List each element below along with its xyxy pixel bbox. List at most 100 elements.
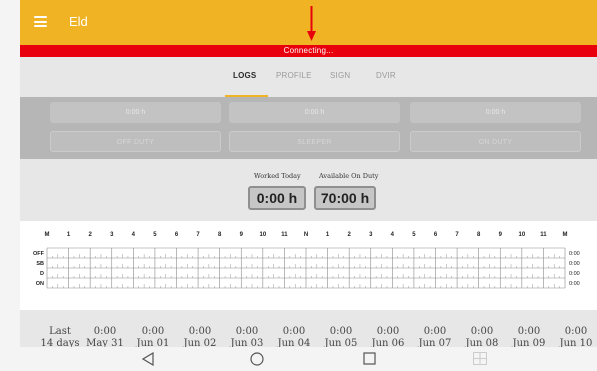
hour-tick-label: 6 [434, 232, 438, 238]
hour-tick-label: 8 [477, 232, 481, 238]
hour-tick-label: 3 [369, 232, 373, 238]
off-duty-hours: 0:00 h [50, 102, 221, 123]
hour-tick-label: M [563, 232, 568, 238]
day-hours: 0:00 [470, 326, 494, 337]
history-label-line2: 14 days [40, 338, 80, 347]
hour-tick-label: 2 [347, 232, 351, 238]
worked-today-value: 0:00 h [248, 186, 306, 210]
hour-tick-label: 7 [196, 232, 200, 238]
duty-row-total: 0:00 [569, 251, 580, 257]
duty-row-label: OFF [33, 251, 45, 257]
day-date: Jun 01 [136, 338, 170, 347]
hour-tick-label: 3 [110, 232, 114, 238]
day-hours: 0:00 [564, 326, 588, 337]
duty-row-total: 0:00 [569, 261, 580, 267]
hour-tick-label: 10 [259, 232, 266, 238]
day-date: Jun 07 [418, 338, 452, 347]
tab-profile[interactable]: PROFILE [276, 71, 312, 80]
tab-logs[interactable]: LOGS [233, 71, 256, 80]
available-on-duty-value: 70:00 h [314, 186, 376, 210]
recents-icon[interactable] [363, 352, 376, 365]
sleeper-button[interactable]: SLEEPER [229, 131, 400, 152]
history-day[interactable]: 0:00 Jun 02 [179, 326, 221, 347]
app-title: Eld [69, 14, 88, 29]
day-date: Jun 10 [559, 338, 593, 347]
day-hours: 0:00 [517, 326, 541, 337]
hour-tick-label: 8 [218, 232, 222, 238]
hour-tick-label: N [304, 232, 308, 238]
day-date: Jun 02 [183, 338, 217, 347]
available-on-duty-label: Available On Duty [319, 172, 379, 180]
day-hours: 0:00 [93, 326, 117, 337]
sleeper-hours: 0:00 h [229, 102, 400, 123]
hour-tick-label: 6 [175, 232, 179, 238]
system-nav-bar [20, 347, 597, 371]
day-hours: 0:00 [141, 326, 165, 337]
history-day[interactable]: 0:00 Jun 01 [132, 326, 174, 347]
hours-summary-panel: Worked Today Available On Duty 0:00 h 70… [20, 159, 597, 221]
on-duty-hours: 0:00 h [410, 102, 581, 123]
history-day[interactable]: 0:00 Jun 04 [273, 326, 315, 347]
history-day[interactable]: 0:00 Jun 10 [555, 326, 597, 347]
hour-tick-label: 10 [518, 232, 525, 238]
hour-tick-label: 7 [455, 232, 459, 238]
hour-tick-label: 11 [540, 232, 547, 238]
app-bar: Eld [20, 0, 597, 45]
hour-tick-label: 4 [391, 232, 395, 238]
duty-row-label: D [40, 271, 44, 277]
log-graph: M 1 2 3 4 5 6 7 8 9 10 11 N 1 2 3 4 5 6 7 8 9 10 11 M OFF 0:00 SB 0:… [20, 221, 597, 310]
keyboard-icon[interactable] [473, 352, 487, 365]
duty-row-label: ON [36, 281, 44, 287]
history-day[interactable]: 0:00 May 31 [84, 326, 126, 347]
day-hours: 0:00 [282, 326, 306, 337]
duty-row-total: 0:00 [569, 271, 580, 277]
hour-tick-label: 11 [281, 232, 288, 238]
duty-status-panel: 0:00 h 0:00 h 0:00 h OFF DUTY SLEEPER ON… [20, 97, 597, 159]
hour-tick-label: 9 [240, 232, 244, 238]
on-duty-button[interactable]: ON DUTY [410, 131, 581, 152]
history-day[interactable]: 0:00 Jun 09 [508, 326, 550, 347]
hour-tick-label: 2 [88, 232, 92, 238]
day-hours: 0:00 [188, 326, 212, 337]
home-icon[interactable] [250, 352, 264, 366]
hour-tick-label: 5 [153, 232, 157, 238]
day-date: Jun 05 [324, 338, 358, 347]
tab-bar: LOGS PROFILE SIGN DVIR [20, 57, 597, 97]
day-date: Jun 09 [512, 338, 546, 347]
hour-tick-label: M [45, 232, 50, 238]
hamburger-menu-icon[interactable] [34, 16, 47, 27]
log-graph-grid: M 1 2 3 4 5 6 7 8 9 10 11 N 1 2 3 4 5 6 7 8 9 10 11 M OFF 0:00 SB 0:… [33, 232, 580, 289]
tab-dvir[interactable]: DVIR [376, 71, 396, 80]
day-date: Jun 03 [230, 338, 264, 347]
day-date: May 31 [86, 338, 124, 347]
hour-tick-label: 9 [499, 232, 503, 238]
history-label-line1: Last [49, 326, 71, 337]
history-day[interactable]: 0:00 Jun 07 [414, 326, 456, 347]
day-date: Jun 04 [277, 338, 311, 347]
app-screen: Eld Connecting... LOGS PROFILE SIGN DVIR… [20, 0, 597, 371]
connection-status-bar: Connecting... [20, 45, 597, 57]
day-hours: 0:00 [376, 326, 400, 337]
duty-row-label: SB [36, 261, 44, 267]
hour-tick-label: 5 [412, 232, 416, 238]
day-hours: 0:00 [329, 326, 353, 337]
history-day[interactable]: 0:00 Jun 08 [461, 326, 503, 347]
tab-sign[interactable]: SIGN [330, 71, 350, 80]
history-label: Last 14 days [40, 326, 80, 347]
history-panel: Last 14 days 0:00 May 31 0:00 Jun 01 0:00 J… [20, 310, 597, 347]
history-day[interactable]: 0:00 Jun 03 [226, 326, 268, 347]
duty-row-total: 0:00 [569, 281, 580, 287]
off-duty-button[interactable]: OFF DUTY [50, 131, 221, 152]
history-day[interactable]: 0:00 Jun 05 [320, 326, 362, 347]
day-hours: 0:00 [423, 326, 447, 337]
hour-tick-label: 1 [326, 232, 330, 238]
hour-tick-label: 1 [67, 232, 71, 238]
hour-tick-label: 4 [132, 232, 136, 238]
back-icon[interactable] [142, 352, 154, 366]
day-hours: 0:00 [235, 326, 259, 337]
worked-today-label: Worked Today [254, 172, 301, 180]
day-date: Jun 08 [465, 338, 499, 347]
day-date: Jun 06 [371, 338, 405, 347]
annotation-arrow-icon [307, 6, 316, 41]
history-day[interactable]: 0:00 Jun 06 [367, 326, 409, 347]
